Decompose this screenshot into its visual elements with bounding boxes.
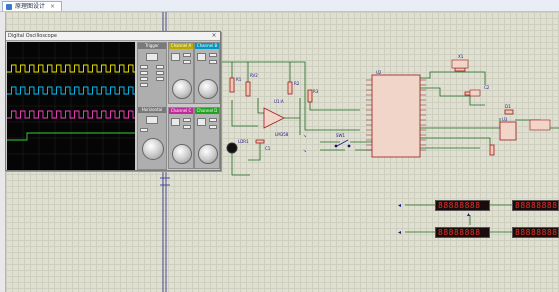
channel-d-button[interactable] (209, 118, 217, 122)
channel-b-position[interactable] (197, 53, 206, 61)
arrow-left-icon: ◂ (398, 229, 401, 236)
seven-seg-display-4: 88888888 (512, 227, 559, 238)
schematic-icon (6, 3, 12, 10)
switch-sw1[interactable] (334, 139, 351, 148)
oscilloscope-controls: Trigger Horizontal Channel A Channel B C… (137, 42, 220, 170)
trigger-button[interactable] (140, 65, 148, 69)
seven-seg-display-3: 88888888 (435, 227, 490, 238)
close-icon[interactable]: × (50, 2, 55, 11)
label-c2: C2 (484, 85, 490, 90)
label-c1: C1 (265, 146, 271, 151)
oscilloscope-title: Digital Oscilloscope (8, 33, 57, 39)
horizontal-button[interactable] (140, 128, 148, 132)
trigger-button[interactable] (156, 71, 164, 75)
horizontal-label: Horizontal (138, 107, 166, 113)
label-u2: U2 (376, 70, 382, 75)
arrow-symbol: ↘ (303, 133, 306, 138)
channel-a-button[interactable] (183, 60, 191, 64)
trigger-button[interactable] (140, 71, 148, 75)
channel-c-button[interactable] (183, 125, 191, 129)
trigger-panel: Trigger Horizontal (137, 42, 167, 170)
label-d1: D1 (505, 104, 511, 109)
channel-a-panel: Channel A (168, 42, 194, 104)
channel-d-label: Channel D (195, 108, 219, 114)
capacitor[interactable] (469, 89, 481, 97)
channel-d-panel: Channel D (194, 107, 220, 169)
channel-c-label: Channel C (169, 108, 193, 114)
trigger-button[interactable] (140, 77, 148, 81)
label-rv2: RV2 (250, 73, 258, 78)
connector[interactable] (529, 119, 551, 131)
channel-a-position[interactable] (171, 53, 180, 61)
arrow-left-icon: ◂ (398, 202, 401, 209)
channel-b-label: Channel B (195, 43, 219, 49)
crystal-x1[interactable] (451, 59, 469, 69)
channel-c-button[interactable] (183, 118, 191, 122)
seven-seg-display-1: 88888888 (435, 200, 490, 211)
channel-b-button[interactable] (209, 53, 217, 57)
trigger-button[interactable] (156, 65, 164, 69)
proteus-window: 原理图设计 × ↘ ↘ RV2 U1:A LM358 LDR1 SW1 R1 R… (0, 0, 559, 292)
label-u3: U3 (502, 117, 508, 122)
label-sw1: SW1 (336, 133, 345, 138)
tab-label: 原理图设计 (15, 3, 46, 10)
channel-b-panel: Channel B (194, 42, 220, 104)
label-lm358: LM358 (275, 132, 289, 137)
trigger-label: Trigger (138, 43, 166, 49)
channel-b-volts-knob[interactable] (198, 79, 218, 99)
oscilloscope-titlebar[interactable]: Digital Oscilloscope × (6, 32, 220, 41)
tab-bar: 原理图设计 × (0, 0, 559, 12)
channel-a-volts-knob[interactable] (172, 79, 192, 99)
channel-b-button[interactable] (209, 60, 217, 64)
channel-a-button[interactable] (183, 53, 191, 57)
waveform-display (7, 42, 135, 170)
opamp-u1a[interactable] (263, 107, 285, 129)
channel-d-volts-knob[interactable] (198, 144, 218, 164)
oscilloscope-window[interactable]: Digital Oscilloscope × Trigger Horizonta… (5, 31, 221, 171)
channel-c-position[interactable] (171, 118, 180, 126)
trigger-level-control[interactable] (146, 53, 158, 61)
ldr-sensor[interactable] (226, 142, 238, 154)
label-u1a: U1:A (274, 99, 284, 104)
channel-d-button[interactable] (209, 125, 217, 129)
horizontal-position-control[interactable] (146, 116, 158, 124)
label-ldr: LDR1 (238, 139, 249, 144)
arrow-up-icon: ▴ (467, 211, 470, 218)
timebase-knob[interactable] (142, 138, 164, 160)
seven-seg-display-2: 88888888 (512, 200, 559, 211)
oscilloscope-screen[interactable] (7, 42, 135, 170)
channel-c-panel: Channel C (168, 107, 194, 169)
label-x1: X1 (458, 54, 464, 59)
trigger-button[interactable] (140, 83, 148, 87)
trigger-button[interactable] (156, 77, 164, 81)
ic-u3[interactable] (499, 121, 517, 141)
label-r2: R2 (294, 81, 300, 86)
label-r3: R3 (313, 89, 319, 94)
channel-d-position[interactable] (197, 118, 206, 126)
close-icon[interactable]: × (210, 32, 218, 40)
mcu-chip[interactable] (371, 74, 421, 158)
channel-c-volts-knob[interactable] (172, 144, 192, 164)
label-r1: R1 (236, 77, 242, 82)
screen-grid (7, 42, 135, 170)
channel-a-label: Channel A (169, 43, 193, 49)
tab-schematic[interactable]: 原理图设计 × (2, 1, 63, 11)
arrow-symbol: ↘ (303, 148, 306, 153)
